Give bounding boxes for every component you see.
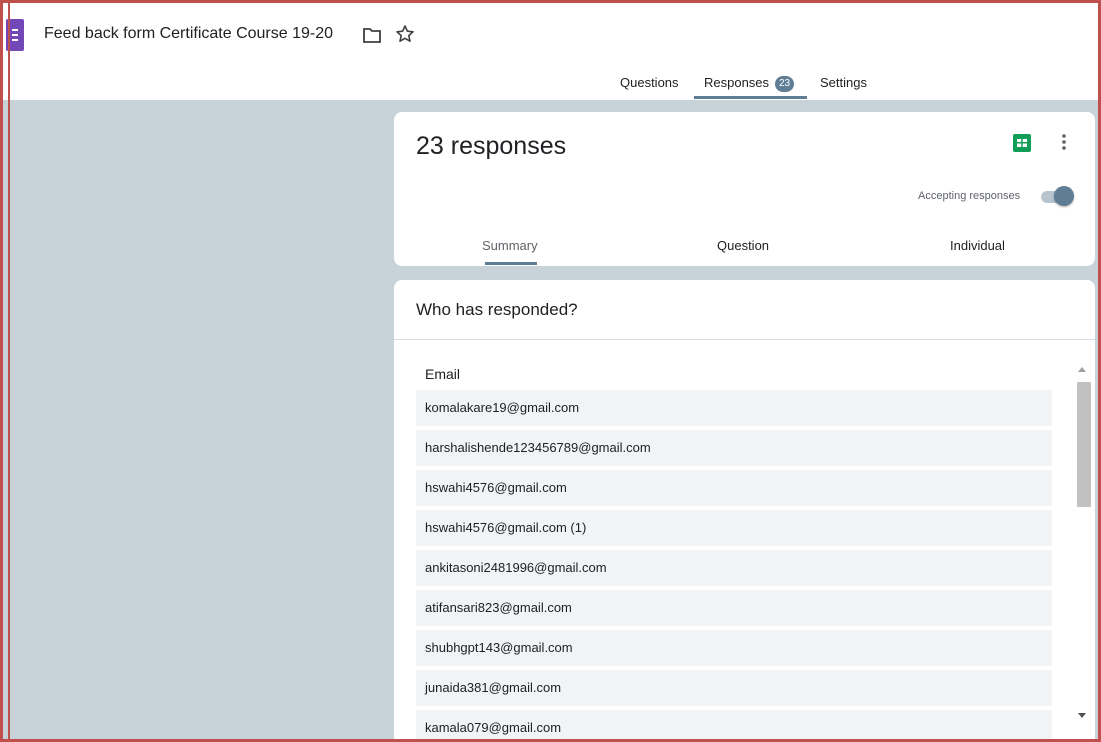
email-column-header: Email [425, 366, 461, 382]
email-row[interactable]: shubhgpt143@gmail.com [416, 630, 1052, 666]
tab-responses-label: Responses [704, 75, 770, 90]
responses-count-title: 23 responses [416, 132, 567, 160]
divider [394, 339, 1095, 340]
active-subtab-indicator [485, 262, 537, 265]
toggle-knob[interactable] [1054, 186, 1074, 206]
active-tab-indicator [694, 96, 807, 99]
email-row[interactable]: komalakare19@gmail.com [416, 390, 1052, 426]
email-list-scrollbar[interactable] [1075, 364, 1091, 724]
email-row[interactable]: atifansari823@gmail.com [416, 590, 1052, 626]
responses-summary-card: 23 responses Accepting responses Summary… [394, 112, 1095, 266]
star-icon[interactable] [395, 24, 415, 44]
responses-count-badge: 23 [775, 75, 795, 92]
scroll-down-arrow-icon[interactable] [1078, 713, 1086, 718]
sheets-icon[interactable] [1013, 134, 1031, 152]
folder-icon[interactable] [362, 26, 382, 44]
email-row[interactable]: kamala079@gmail.com [416, 710, 1052, 742]
responders-card: Who has responded? Email komalakare19@gm… [394, 280, 1095, 742]
subtab-summary[interactable]: Summary [482, 238, 538, 253]
email-row[interactable]: harshalishende123456789@gmail.com [416, 430, 1052, 466]
form-title[interactable]: Feed back form Certificate Course 19-20 [44, 25, 333, 43]
email-row[interactable]: hswahi4576@gmail.com (1) [416, 510, 1052, 546]
app-header: Feed back form Certificate Course 19-20 … [0, 0, 1101, 100]
email-row[interactable]: hswahi4576@gmail.com [416, 470, 1052, 506]
subtab-individual[interactable]: Individual [950, 238, 1005, 253]
tab-responses[interactable]: Responses 23 [704, 75, 795, 92]
email-row[interactable]: ankitasoni2481996@gmail.com [416, 550, 1052, 586]
frame-inner-border [8, 0, 10, 742]
subtab-question[interactable]: Question [717, 238, 769, 253]
scroll-thumb[interactable] [1077, 382, 1091, 507]
email-row[interactable]: junaida381@gmail.com [416, 670, 1052, 706]
top-tabs: Questions Responses 23 Settings [0, 75, 1101, 100]
scroll-up-arrow-icon[interactable] [1078, 367, 1086, 372]
accepting-responses-label: Accepting responses [918, 190, 1021, 202]
more-vert-icon[interactable] [1059, 132, 1069, 152]
email-list: komalakare19@gmail.com harshalishende1234… [416, 390, 1052, 742]
tab-questions[interactable]: Questions [620, 75, 679, 90]
responders-heading: Who has responded? [416, 300, 578, 319]
tab-settings[interactable]: Settings [820, 75, 867, 90]
